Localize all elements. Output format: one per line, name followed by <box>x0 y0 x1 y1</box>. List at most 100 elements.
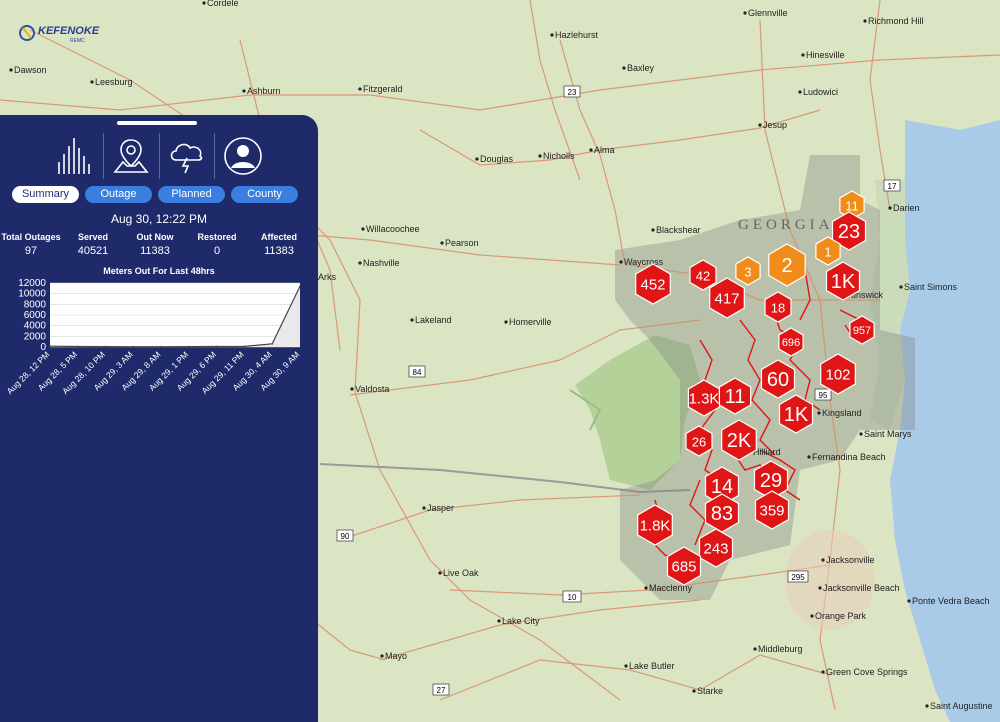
svg-text:Dawson: Dawson <box>14 65 47 75</box>
svg-text:Green Cove Springs: Green Cove Springs <box>826 667 908 677</box>
city-label: Alma <box>589 145 615 155</box>
city-label: Glennville <box>743 8 788 18</box>
city-label: Middleburg <box>753 644 803 654</box>
data-point <box>76 345 79 348</box>
svg-text:Ponte Vedra Beach: Ponte Vedra Beach <box>912 596 990 606</box>
svg-text:Willacoochee: Willacoochee <box>366 224 420 234</box>
city-label: Blackshear <box>651 225 701 235</box>
svg-text:Blackshear: Blackshear <box>656 225 701 235</box>
panel-drag-handle[interactable] <box>117 121 197 125</box>
marker-count: 42 <box>696 269 710 284</box>
svg-text:Alma: Alma <box>594 145 615 155</box>
svg-text:Starke: Starke <box>697 686 723 696</box>
city-label: Saint Marys <box>859 429 912 439</box>
svg-text:27: 27 <box>437 686 446 695</box>
city-label: Jesup <box>758 120 787 130</box>
svg-text:Lakeland: Lakeland <box>415 315 452 325</box>
city-label: Lake Butler <box>624 661 675 671</box>
tab-summary[interactable]: Summary <box>12 186 79 203</box>
svg-text:Jesup: Jesup <box>763 120 787 130</box>
storm-cloud-icon[interactable] <box>160 133 216 179</box>
city-label: Baxley <box>622 63 655 73</box>
panel-nav-icons <box>48 133 270 179</box>
svg-text:Saint Simons: Saint Simons <box>904 282 958 292</box>
svg-text:Hinesville: Hinesville <box>806 50 845 60</box>
y-tick-label: 6000 <box>24 310 47 321</box>
marker-count: 23 <box>838 221 860 243</box>
marker-count: 11 <box>725 386 746 408</box>
user-icon[interactable] <box>215 133 270 179</box>
marker-count: 1.3K <box>689 391 720 408</box>
svg-text:Hazlehurst: Hazlehurst <box>555 30 599 40</box>
svg-text:Saint Marys: Saint Marys <box>864 429 912 439</box>
data-point <box>132 345 135 348</box>
svg-text:295: 295 <box>791 573 805 582</box>
tab-planned[interactable]: Planned <box>158 186 225 203</box>
data-point <box>104 345 107 348</box>
svg-text:Lake City: Lake City <box>502 616 540 626</box>
city-label: Hazlehurst <box>550 30 599 40</box>
y-tick-label: 4000 <box>24 321 47 332</box>
svg-text:Jasper: Jasper <box>427 503 454 513</box>
svg-text:Live Oak: Live Oak <box>443 568 479 578</box>
marker-count: 417 <box>714 291 739 308</box>
marker-count: 685 <box>671 559 696 576</box>
city-label: Ashburn <box>242 86 281 96</box>
y-tick-label: 10000 <box>18 289 46 300</box>
data-point <box>49 345 51 348</box>
svg-text:Cordele: Cordele <box>207 0 239 8</box>
city-label: Hinesville <box>801 50 845 60</box>
marker-count: 696 <box>782 337 800 349</box>
svg-text:Leesburg: Leesburg <box>95 77 133 87</box>
data-point <box>271 342 274 345</box>
city-label: Darien <box>888 203 920 213</box>
city-label: Willacoochee <box>361 224 420 234</box>
svg-text:Kingsland: Kingsland <box>822 408 862 418</box>
city-label: Saint Simons <box>899 282 958 292</box>
svg-text:Jacksonville: Jacksonville <box>826 555 875 565</box>
city-label: Live Oak <box>438 568 479 578</box>
summary-panel: Summary Outage Planned County Aug 30, 12… <box>0 115 318 722</box>
svg-text:Glennville: Glennville <box>748 8 788 18</box>
marker-count: 3 <box>744 265 751 280</box>
data-point <box>243 345 246 348</box>
city-label: Nashville <box>358 258 400 268</box>
marker-count: 83 <box>711 503 733 525</box>
city-label: Richmond Hill <box>863 16 924 26</box>
stat-affected: Affected 11383 <box>260 232 297 257</box>
city-label: Saint Augustine <box>925 701 993 711</box>
marker-count: 102 <box>825 367 850 384</box>
svg-text:17: 17 <box>888 182 897 191</box>
marker-count: 1.8K <box>640 518 671 535</box>
svg-text:Ashburn: Ashburn <box>247 86 281 96</box>
marker-count: 1K <box>784 404 809 426</box>
bar-chart-icon[interactable] <box>48 133 104 179</box>
city-label: Leesburg <box>90 77 133 87</box>
city-label: Green Cove Springs <box>821 667 908 677</box>
city-label: Jacksonville <box>821 555 875 565</box>
svg-text:Fernandina Beach: Fernandina Beach <box>812 452 886 462</box>
stat-served: Served 40521 <box>77 232 109 257</box>
svg-text:Saint Augustine: Saint Augustine <box>930 701 993 711</box>
city-label: Ludowici <box>798 87 838 97</box>
svg-text:Ludowici: Ludowici <box>803 87 838 97</box>
marker-count: 243 <box>703 541 728 558</box>
data-point <box>215 345 218 348</box>
city-label: Homerville <box>504 317 552 327</box>
city-label: Ponte Vedra Beach <box>907 596 990 606</box>
panel-tabs: Summary Outage Planned County <box>12 186 298 203</box>
stat-total-outages: Total Outages 97 <box>1 232 61 257</box>
tab-outage[interactable]: Outage <box>85 186 152 203</box>
city-label: Fitzgerald <box>358 84 403 94</box>
city-label: Waycross <box>619 257 664 267</box>
svg-text:Middleburg: Middleburg <box>758 644 803 654</box>
tab-county[interactable]: County <box>231 186 298 203</box>
map-pin-icon[interactable] <box>104 133 160 179</box>
city-label: Jasper <box>422 503 454 513</box>
y-tick-label: 12000 <box>18 278 46 289</box>
stats-row: Total Outages 97 Served 40521 Out Now 11383… <box>0 232 310 257</box>
marker-count: 60 <box>767 369 789 391</box>
logo-name: KEFENOKE <box>38 25 100 37</box>
svg-text:23: 23 <box>568 88 577 97</box>
svg-text:Arks: Arks <box>318 272 337 282</box>
